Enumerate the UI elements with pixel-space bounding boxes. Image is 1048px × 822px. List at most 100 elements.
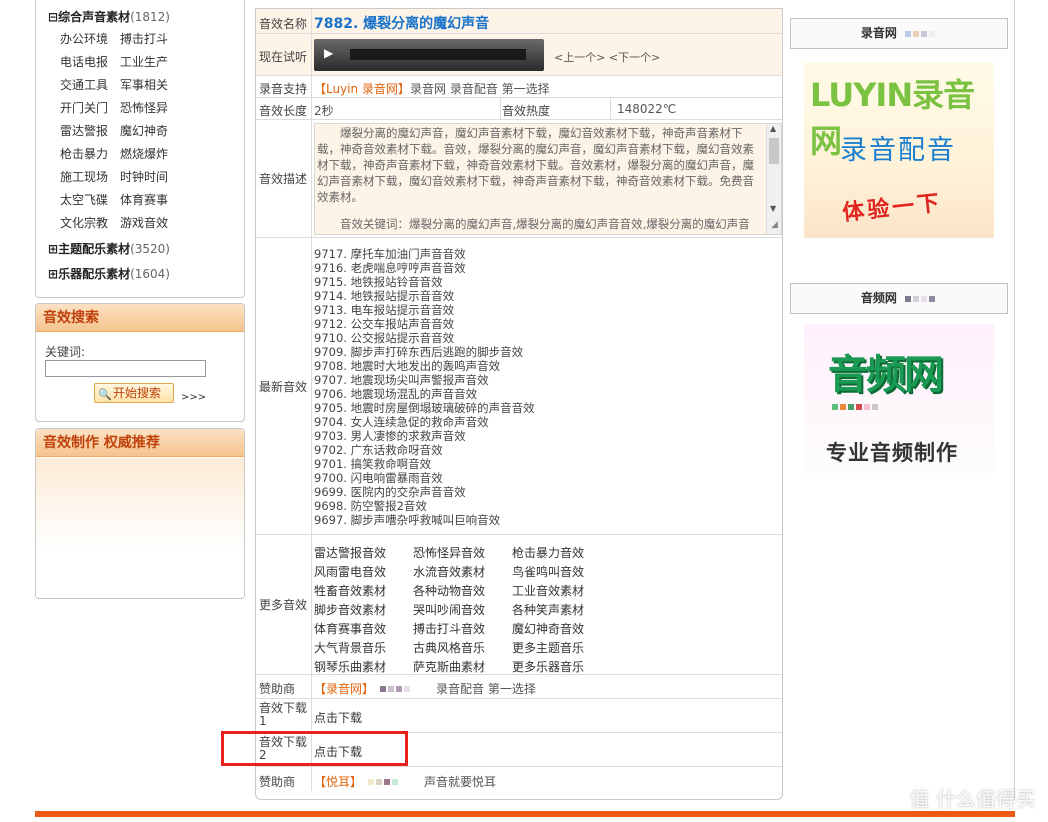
latest-sound-link[interactable]: 9705. 地震时房屋倒塌玻璃破碎的声音音效 bbox=[314, 401, 782, 415]
category-theme-label[interactable]: 主题配乐素材 bbox=[58, 242, 130, 256]
keyword-input[interactable] bbox=[45, 360, 206, 377]
category-sub-item[interactable]: 电话电报 bbox=[60, 53, 108, 70]
scroll-up-icon[interactable]: ▲ bbox=[770, 124, 776, 133]
latest-sound-link[interactable]: 9714. 地铁报站提示音音效 bbox=[314, 289, 782, 303]
sponsor2-row: 赞助商 【悦耳】 声音就要悦耳 bbox=[256, 767, 782, 791]
recommend-panel: 音效制作 权威推荐 bbox=[35, 428, 245, 599]
more-sound-link[interactable]: 大气背景音乐 bbox=[314, 639, 386, 656]
latest-sound-link[interactable]: 9698. 防空警报2音效 bbox=[314, 499, 782, 513]
category-instrument[interactable]: ⊞乐器配乐素材(1604) bbox=[48, 265, 170, 282]
more-sound-link[interactable]: 各种笑声素材 bbox=[512, 601, 584, 618]
category-instrument-label[interactable]: 乐器配乐素材 bbox=[58, 267, 130, 281]
latest-sound-link[interactable]: 9704. 女人连续急促的救命声音效 bbox=[314, 415, 782, 429]
more-sound-link[interactable]: 牲畜音效素材 bbox=[314, 582, 386, 599]
audio-progress-track[interactable] bbox=[350, 49, 526, 60]
category-sub-item[interactable]: 枪击暴力 bbox=[60, 145, 108, 162]
search-more-arrows[interactable]: >>> bbox=[181, 392, 206, 403]
category-sub-item[interactable]: 太空飞碟 bbox=[60, 191, 108, 208]
sponsor-brand-link[interactable]: 【录音网】 bbox=[314, 680, 374, 697]
latest-sound-link[interactable]: 9713. 电车报站提示音音效 bbox=[314, 303, 782, 317]
more-sound-link[interactable]: 搏击打斗音效 bbox=[413, 620, 485, 637]
scroll-down-icon[interactable]: ▼ bbox=[770, 204, 776, 213]
more-sound-link[interactable]: 魔幻神奇音效 bbox=[512, 620, 584, 637]
name-label: 音效名称 bbox=[256, 9, 312, 33]
play-icon[interactable]: ▶ bbox=[324, 46, 333, 60]
latest-sound-link[interactable]: 9710. 公交报站提示音音效 bbox=[314, 331, 782, 345]
category-theme[interactable]: ⊞主题配乐素材(3520) bbox=[48, 240, 170, 257]
more-sound-link[interactable]: 风雨雷电音效 bbox=[314, 563, 386, 580]
more-sound-link[interactable]: 更多主题音乐 bbox=[512, 639, 584, 656]
category-sub-item[interactable]: 开门关门 bbox=[60, 99, 108, 116]
search-button-label[interactable]: 开始搜索 bbox=[113, 386, 161, 400]
recommend-panel-body bbox=[36, 458, 244, 548]
more-sound-link[interactable]: 哭叫吵闹音效 bbox=[413, 601, 485, 618]
more-sound-link[interactable]: 钢琴乐曲素材 bbox=[314, 658, 386, 675]
category-sub-item[interactable]: 交通工具 bbox=[60, 76, 108, 93]
collapse-icon[interactable]: ⊟ bbox=[48, 10, 58, 24]
blurred-url bbox=[905, 19, 937, 48]
sponsor2-text[interactable]: 声音就要悦耳 bbox=[424, 773, 496, 790]
latest-sound-link[interactable]: 9699. 医院内的交杂声音音效 bbox=[314, 485, 782, 499]
search-button[interactable]: 🔍 开始搜索 bbox=[94, 383, 174, 403]
more-sound-link[interactable]: 鸟雀鸣叫音效 bbox=[512, 563, 584, 580]
download1-label: 音效下载1 bbox=[256, 699, 312, 732]
latest-sound-link[interactable]: 9716. 老虎喘息哼哼声音音效 bbox=[314, 261, 782, 275]
ad1-title: 录音网 bbox=[790, 18, 1008, 49]
support-text[interactable]: 录音网 录音配音 第一选择 bbox=[410, 80, 550, 97]
more-sound-link[interactable]: 萨克斯曲素材 bbox=[413, 658, 485, 675]
expand-icon[interactable]: ⊞ bbox=[48, 267, 58, 281]
category-sub-item[interactable]: 办公环境 bbox=[60, 30, 108, 47]
prev-next-links[interactable]: <上一个> <下一个> bbox=[554, 49, 660, 65]
latest-sound-link[interactable]: 9701. 搞笑救命啊音效 bbox=[314, 457, 782, 471]
latest-sound-link[interactable]: 9707. 地震现场尖叫声警报声音效 bbox=[314, 373, 782, 387]
latest-sound-link[interactable]: 9712. 公交车报站声音音效 bbox=[314, 317, 782, 331]
category-sub-item[interactable]: 魔幻神奇 bbox=[120, 122, 168, 139]
latest-sound-link[interactable]: 9715. 地铁报站铃音音效 bbox=[314, 275, 782, 289]
description-textarea[interactable]: 爆裂分离的魔幻声音，魔幻声音素材下载，魔幻音效素材下载，神奇声音素材下载，神奇音… bbox=[314, 123, 782, 235]
sound-title[interactable]: 7882. 爆裂分离的魔幻声音 bbox=[314, 13, 489, 33]
category-sub-item[interactable]: 文化宗教 bbox=[60, 214, 108, 231]
more-sound-link[interactable]: 水流音效素材 bbox=[413, 563, 485, 580]
expand-icon[interactable]: ⊞ bbox=[48, 242, 58, 256]
latest-sound-link[interactable]: 9717. 摩托车加油门声音音效 bbox=[314, 247, 782, 261]
category-sub-item[interactable]: 工业生产 bbox=[120, 53, 168, 70]
support-brand-link[interactable]: 【Luyin 录音网】 bbox=[314, 80, 410, 97]
more-sound-link[interactable]: 工业音效素材 bbox=[512, 582, 584, 599]
more-sound-link[interactable]: 枪击暴力音效 bbox=[512, 544, 584, 561]
latest-sound-link[interactable]: 9709. 脚步声打碎东西后逃跑的脚步音效 bbox=[314, 345, 782, 359]
category-sub-item[interactable]: 施工现场 bbox=[60, 168, 108, 185]
description-scrollbar[interactable]: ▲ ▼ ◢ bbox=[766, 124, 781, 234]
category-sub-item[interactable]: 时钟时间 bbox=[120, 168, 168, 185]
more-sound-link[interactable]: 各种动物音效 bbox=[413, 582, 485, 599]
category-main-label[interactable]: 综合声音素材 bbox=[58, 10, 130, 24]
more-sound-link[interactable]: 雷达警报音效 bbox=[314, 544, 386, 561]
more-sound-link[interactable]: 体育赛事音效 bbox=[314, 620, 386, 637]
latest-sound-link[interactable]: 9703. 男人凄惨的求救声音效 bbox=[314, 429, 782, 443]
ad2-banner[interactable]: 音频网 专业音频制作 bbox=[804, 324, 994, 474]
resize-grip-icon[interactable]: ◢ bbox=[771, 220, 778, 230]
more-sound-link[interactable]: 更多乐器音乐 bbox=[512, 658, 584, 675]
sponsor2-brand-link[interactable]: 【悦耳】 bbox=[314, 773, 362, 790]
latest-sound-link[interactable]: 9702. 广东话救命呀音效 bbox=[314, 443, 782, 457]
category-sub-item[interactable]: 搏击打斗 bbox=[120, 30, 168, 47]
audio-player[interactable]: ▶ bbox=[314, 39, 544, 71]
ad1-banner[interactable]: LUYIN录音网 录音配音 体验一下 bbox=[804, 62, 994, 238]
latest-sound-link[interactable]: 9700. 闪电响雷暴雨音效 bbox=[314, 471, 782, 485]
category-sub-item[interactable]: 体育赛事 bbox=[120, 191, 168, 208]
category-sub-item[interactable]: 军事相关 bbox=[120, 76, 168, 93]
scroll-thumb[interactable] bbox=[769, 138, 779, 164]
more-sound-link[interactable]: 古典风格音乐 bbox=[413, 639, 485, 656]
category-sub-item[interactable]: 恐怖怪异 bbox=[120, 99, 168, 116]
category-sub-item[interactable]: 雷达警报 bbox=[60, 122, 108, 139]
more-sound-link[interactable]: 恐怖怪异音效 bbox=[413, 544, 485, 561]
more-sound-link[interactable]: 脚步音效素材 bbox=[314, 601, 386, 618]
category-sub-item[interactable]: 游戏音效 bbox=[120, 214, 168, 231]
latest-sound-link[interactable]: 9706. 地震现场混乱的声音音效 bbox=[314, 387, 782, 401]
latest-sound-link[interactable]: 9697. 脚步声嘈杂呼救喊叫巨响音效 bbox=[314, 513, 782, 527]
length-value: 2秒 bbox=[314, 104, 334, 118]
sponsor-text[interactable]: 录音配音 第一选择 bbox=[436, 680, 536, 697]
category-sub-item[interactable]: 燃烧爆炸 bbox=[120, 145, 168, 162]
category-main[interactable]: ⊟综合声音素材(1812) bbox=[48, 8, 170, 25]
download1-link[interactable]: 点击下载 bbox=[314, 709, 362, 726]
latest-sound-link[interactable]: 9708. 地震时大地发出的轰鸣声音效 bbox=[314, 359, 782, 373]
